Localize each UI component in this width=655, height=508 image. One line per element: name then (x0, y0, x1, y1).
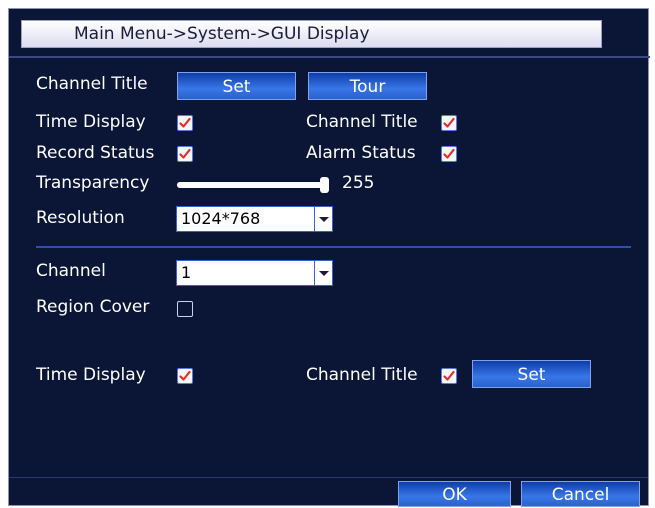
window-title: Main Menu->System->GUI Display (74, 24, 370, 44)
gui-display-window: Main Menu->System->GUI Display Channel T… (8, 8, 650, 507)
region-cover-checkbox[interactable] (177, 301, 193, 317)
check-icon (443, 370, 455, 381)
tour-button[interactable]: Tour (308, 72, 427, 100)
channel-title-set-button[interactable]: Set (177, 72, 296, 100)
check-icon (443, 148, 455, 159)
record-status-label: Record Status (36, 143, 155, 163)
channel-title-checkbox[interactable] (441, 115, 457, 131)
time-display-label: Time Display (36, 112, 146, 132)
transparency-label: Transparency (36, 173, 150, 193)
transparency-slider-fill (177, 182, 325, 188)
channel-title-toggle-label: Channel Title (306, 112, 418, 132)
resolution-select[interactable]: 1024*768 (176, 206, 333, 232)
ok-button[interactable]: OK (398, 481, 511, 507)
transparency-slider[interactable] (177, 177, 329, 193)
check-icon (443, 117, 455, 128)
check-icon (179, 117, 191, 128)
alarm-status-checkbox[interactable] (441, 146, 457, 162)
channel-channel-title-label: Channel Title (306, 365, 418, 385)
title-separator (9, 56, 650, 58)
resolution-value: 1024*768 (181, 209, 261, 228)
channel-channel-title-checkbox[interactable] (441, 368, 457, 384)
section-divider (36, 246, 631, 248)
transparency-value: 255 (342, 173, 375, 193)
channel-time-display-label: Time Display (36, 365, 146, 385)
channel-label: Channel (36, 261, 106, 281)
resolution-label: Resolution (36, 208, 125, 228)
channel-select[interactable]: 1 (176, 260, 333, 286)
check-icon (179, 370, 191, 381)
chevron-down-icon[interactable] (314, 207, 332, 231)
channel-value: 1 (181, 263, 192, 282)
cancel-button[interactable]: Cancel (521, 481, 640, 507)
chevron-down-icon[interactable] (314, 261, 332, 285)
channel-title-label: Channel Title (36, 74, 148, 94)
title-bar: Main Menu->System->GUI Display (21, 20, 602, 48)
channel-title-set-button-2[interactable]: Set (472, 360, 591, 388)
channel-time-display-checkbox[interactable] (177, 368, 193, 384)
alarm-status-label: Alarm Status (306, 143, 416, 163)
check-icon (179, 148, 191, 159)
time-display-checkbox[interactable] (177, 115, 193, 131)
record-status-checkbox[interactable] (177, 146, 193, 162)
transparency-slider-thumb[interactable] (320, 177, 329, 193)
region-cover-label: Region Cover (36, 297, 150, 317)
